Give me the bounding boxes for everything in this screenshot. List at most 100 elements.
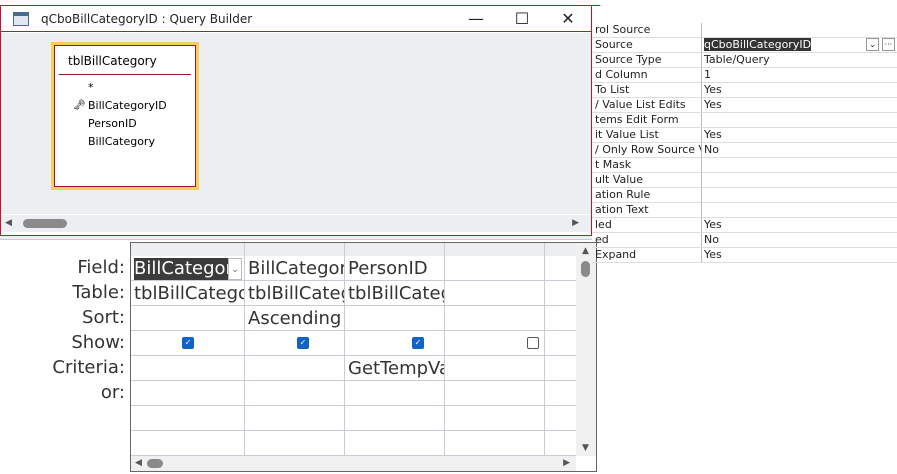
- property-row: tems Edit Form: [592, 113, 897, 128]
- scroll-left-icon[interactable]: ◀: [135, 458, 142, 468]
- property-value[interactable]: [702, 158, 897, 172]
- property-value[interactable]: Yes: [702, 218, 897, 232]
- property-name: ation Rule: [592, 188, 702, 202]
- criteria-cell[interactable]: GetTempVar: [345, 356, 444, 381]
- property-value[interactable]: [702, 203, 897, 217]
- property-value[interactable]: Yes: [702, 98, 897, 112]
- scroll-up-icon[interactable]: ▲: [582, 246, 589, 256]
- scroll-left-icon[interactable]: ◀: [5, 218, 12, 228]
- property-value[interactable]: [702, 173, 897, 187]
- show-checkbox[interactable]: [527, 337, 539, 349]
- label-field: Field:: [77, 257, 125, 278]
- scroll-right-icon[interactable]: ▶: [572, 218, 579, 228]
- property-name: Source: [592, 38, 702, 52]
- chevron-down-icon[interactable]: ⌄: [228, 258, 242, 280]
- property-name: ult Value: [592, 173, 702, 187]
- property-row: d Column 1: [592, 68, 897, 83]
- property-value-text: Yes: [704, 98, 722, 111]
- property-value-text: Table/Query: [704, 53, 770, 66]
- property-value-text: No: [704, 233, 719, 246]
- property-name: ed: [592, 233, 702, 247]
- pane-splitter[interactable]: [0, 236, 592, 240]
- sort-cell[interactable]: Ascending: [245, 306, 344, 331]
- property-value-text: No: [704, 143, 719, 156]
- maximize-button[interactable]: ☐: [499, 9, 545, 28]
- field-list-item[interactable]: *: [55, 79, 195, 97]
- property-row: ation Text: [592, 203, 897, 218]
- title-bar: qCboBillCategoryID : Query Builder — ☐ ✕: [1, 6, 591, 32]
- label-or: or:: [100, 382, 125, 403]
- property-name: / Value List Edits: [592, 98, 702, 112]
- scroll-right-icon[interactable]: ▶: [563, 458, 570, 468]
- property-name: it Value List: [592, 128, 702, 142]
- property-value[interactable]: [702, 113, 897, 127]
- property-value[interactable]: 1: [702, 68, 897, 82]
- property-value[interactable]: Yes: [702, 128, 897, 142]
- field-cell[interactable]: BillCategory: [245, 256, 344, 281]
- show-checkbox[interactable]: ✓: [412, 337, 424, 349]
- property-name: Source Type: [592, 53, 702, 67]
- query-builder-window: qCboBillCategoryID : Query Builder — ☐ ✕…: [0, 6, 592, 236]
- property-sheet: rol Source Source qCboBillCategoryID ⌄ ··· So…: [592, 23, 897, 263]
- property-value[interactable]: qCboBillCategoryID ⌄ ···: [702, 38, 897, 52]
- property-name: tems Edit Form: [592, 113, 702, 127]
- property-row: rol Source: [592, 23, 897, 38]
- property-value[interactable]: No: [702, 143, 897, 157]
- field-list-item[interactable]: PersonID: [55, 115, 195, 133]
- show-checkbox[interactable]: ✓: [297, 337, 309, 349]
- grid-vertical-scrollbar[interactable]: ▲ ▼: [576, 243, 596, 456]
- label-show: Show:: [71, 332, 125, 353]
- builder-button[interactable]: ···: [882, 38, 895, 51]
- property-row: / Only Row Source V No: [592, 143, 897, 158]
- table-cell[interactable]: tblBillCategory: [345, 281, 444, 306]
- grid-horizontal-scrollbar[interactable]: ◀ ▶: [131, 456, 576, 471]
- property-value-text: Yes: [704, 248, 722, 261]
- property-value[interactable]: No: [702, 233, 897, 247]
- property-row: ult Value: [592, 173, 897, 188]
- property-value[interactable]: Table/Query: [702, 53, 897, 67]
- property-row: Expand Yes: [592, 248, 897, 263]
- scrollbar-thumb[interactable]: [147, 459, 163, 468]
- table-name: tblBillCategory: [59, 46, 191, 75]
- property-value[interactable]: [702, 188, 897, 202]
- field-name: BillCategoryID: [88, 99, 167, 112]
- table-box[interactable]: tblBillCategory * 🗝 BillCategoryID Person…: [51, 42, 199, 190]
- design-grid: BillCategoryID ⌄ BillCategory PersonID t…: [130, 242, 597, 472]
- property-value[interactable]: [702, 23, 897, 37]
- label-sort: Sort:: [82, 307, 125, 328]
- field-list-item[interactable]: 🗝 BillCategoryID: [55, 97, 195, 115]
- grid-column: [445, 243, 545, 456]
- property-name: Expand: [592, 248, 702, 262]
- property-row: it Value List Yes: [592, 128, 897, 143]
- field-cell[interactable]: PersonID: [345, 256, 444, 281]
- minimize-button[interactable]: —: [453, 9, 499, 28]
- property-name: t Mask: [592, 158, 702, 172]
- property-value-text: 1: [704, 68, 711, 81]
- key-icon: 🗝: [73, 100, 86, 111]
- scrollbar-thumb[interactable]: [581, 261, 590, 277]
- property-name: rol Source: [592, 23, 702, 37]
- table-cell[interactable]: tblBillCategory: [131, 281, 244, 306]
- show-checkbox[interactable]: ✓: [182, 337, 194, 349]
- label-criteria: Criteria:: [52, 357, 125, 378]
- property-value[interactable]: Yes: [702, 83, 897, 97]
- property-row: Source qCboBillCategoryID ⌄ ···: [592, 38, 897, 53]
- property-row: led Yes: [592, 218, 897, 233]
- field-list-item[interactable]: BillCategory: [55, 133, 195, 151]
- query-icon: [13, 11, 29, 26]
- property-value[interactable]: Yes: [702, 248, 897, 262]
- property-row: To List Yes: [592, 83, 897, 98]
- table-cell[interactable]: tblBillCategory: [245, 281, 344, 306]
- chevron-down-icon[interactable]: ⌄: [866, 38, 879, 51]
- window-title: qCboBillCategoryID : Query Builder: [41, 11, 253, 26]
- property-value-text: Yes: [704, 128, 722, 141]
- scroll-down-icon[interactable]: ▼: [582, 443, 589, 453]
- scrollbar-thumb[interactable]: [23, 219, 67, 228]
- property-name: / Only Row Source V: [592, 143, 702, 157]
- design-horizontal-scrollbar[interactable]: ◀ ▶: [1, 214, 591, 232]
- label-table: Table:: [72, 282, 125, 303]
- property-name: d Column: [592, 68, 702, 82]
- close-button[interactable]: ✕: [545, 9, 591, 28]
- property-value-text: qCboBillCategoryID: [704, 38, 812, 51]
- field-cell[interactable]: BillCategoryID: [134, 258, 228, 280]
